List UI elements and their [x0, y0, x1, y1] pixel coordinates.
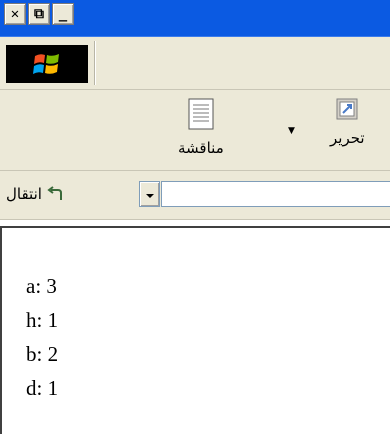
address-bar: انتقال [0, 171, 390, 220]
page-content: a: 3 h: 1 b: 2 d: 1 [0, 226, 390, 434]
discuss-dropdown-icon[interactable]: ▼ [288, 126, 295, 136]
restore-icon: ⧉ [34, 6, 44, 22]
close-icon: ✕ [10, 6, 20, 22]
content-line: h: 1 [26, 308, 59, 332]
menu-band [0, 37, 390, 90]
edit-icon [336, 98, 358, 124]
address-dropdown-button[interactable] [139, 181, 160, 207]
minimize-icon: _ [58, 6, 68, 22]
toolbar: مناقشة ▼ تحرير [0, 90, 390, 171]
content-line: d: 1 [26, 376, 59, 400]
windows-logo-icon [6, 45, 88, 83]
chevron-down-icon [145, 185, 155, 204]
menu-divider [94, 41, 96, 85]
edit-button[interactable]: تحرير [330, 98, 365, 147]
edit-label: تحرير [330, 129, 365, 147]
goto-arrow-icon [46, 186, 64, 202]
content-line: a: 3 [26, 274, 57, 298]
discuss-label: مناقشة [178, 139, 224, 157]
close-button[interactable]: ✕ [4, 3, 26, 25]
restore-button[interactable]: ⧉ [28, 3, 50, 25]
minimize-button[interactable]: _ [52, 3, 74, 25]
discuss-button[interactable]: مناقشة [178, 98, 224, 157]
content-line: b: 2 [26, 342, 59, 366]
window-controls: ✕ ⧉ _ [4, 3, 74, 25]
title-bar: ✕ ⧉ _ [0, 0, 390, 37]
address-input[interactable] [161, 181, 390, 207]
goto-button[interactable]: انتقال [6, 185, 64, 203]
goto-label: انتقال [6, 185, 42, 203]
discuss-document-icon [186, 98, 216, 134]
